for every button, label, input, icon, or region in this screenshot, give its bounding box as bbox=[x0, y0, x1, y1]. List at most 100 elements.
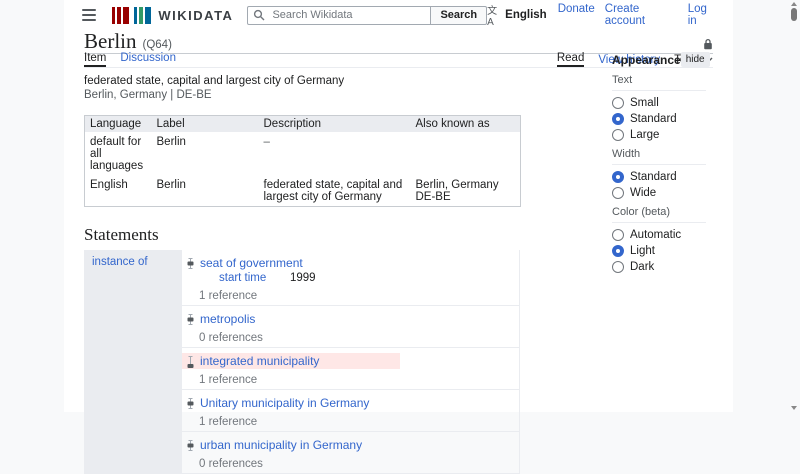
radio-text-small[interactable]: Small bbox=[612, 97, 706, 109]
vertical-scrollbar[interactable] bbox=[789, 0, 799, 412]
table-row: default for all languages Berlin – bbox=[85, 132, 521, 175]
scrollbar-up-arrow[interactable] bbox=[791, 2, 797, 6]
radio-width-wide[interactable]: Wide bbox=[612, 187, 706, 199]
radio-color-beta-light[interactable]: Light bbox=[612, 245, 706, 257]
language-label: English bbox=[505, 9, 547, 21]
appearance-section-width: Width bbox=[612, 148, 706, 165]
references-toggle[interactable]: 1 reference bbox=[199, 416, 519, 428]
rank-selector-icon-normal[interactable] bbox=[187, 257, 194, 270]
cell-aliases bbox=[411, 132, 521, 175]
radio-circle-icon bbox=[612, 261, 624, 273]
user-links: 文A English Donate Create account Log in bbox=[487, 2, 717, 28]
page-title: Berlin bbox=[84, 29, 137, 53]
appearance-section-color-beta: Color (beta) bbox=[612, 206, 706, 223]
cell-language: default for all languages bbox=[90, 136, 144, 172]
statement-claim-metropolis: metropolis 0 references bbox=[182, 306, 519, 348]
protection-lock-icon bbox=[703, 38, 713, 53]
claim-value-link-urban-municipality-in-germany[interactable]: urban municipality in Germany bbox=[200, 438, 362, 452]
radio-circle-icon bbox=[612, 171, 624, 183]
radio-text-large[interactable]: Large bbox=[612, 129, 706, 141]
claim-value-link-integrated-municipality[interactable]: integrated municipality bbox=[200, 354, 319, 368]
claim-value-row: Unitary municipality in Germany bbox=[182, 395, 519, 411]
claim-value-row: urban municipality in Germany bbox=[182, 437, 519, 453]
references-toggle[interactable]: 1 reference bbox=[199, 290, 519, 302]
radio-label: Small bbox=[630, 97, 659, 109]
statement-claim-unitary-municipality-in-germany: Unitary municipality in Germany 1 referen… bbox=[182, 390, 519, 432]
rank-selector-icon-normal[interactable] bbox=[187, 439, 194, 452]
wikidata-logo[interactable]: WIKIDATA bbox=[112, 6, 234, 24]
radio-width-standard[interactable]: Standard bbox=[612, 171, 706, 183]
scrollbar-thumb[interactable] bbox=[791, 8, 797, 21]
tab-read[interactable]: Read bbox=[556, 52, 585, 67]
radio-label: Light bbox=[630, 245, 655, 257]
appearance-hide-button[interactable]: hide bbox=[680, 52, 710, 67]
rank-selector-icon-deprecated[interactable] bbox=[187, 355, 194, 368]
cell-label: Berlin bbox=[156, 136, 186, 148]
wikidata-logo-icon bbox=[112, 6, 152, 24]
tab-item[interactable]: Item bbox=[84, 52, 107, 67]
references-toggle[interactable]: 0 references bbox=[199, 458, 519, 470]
radio-label: Automatic bbox=[630, 229, 682, 241]
radio-circle-icon bbox=[612, 113, 624, 125]
radio-circle-icon bbox=[612, 97, 624, 109]
header-link-donate[interactable]: Donate bbox=[558, 3, 595, 27]
qualifier-row: start time 1999 bbox=[182, 272, 519, 285]
claim-value-row: metropolis bbox=[182, 311, 519, 327]
references-toggle[interactable]: 1 reference bbox=[199, 374, 519, 386]
column-header-language: Language bbox=[84, 115, 152, 132]
radio-color-beta-automatic[interactable]: Automatic bbox=[612, 229, 706, 241]
claim-value-link-unitary-municipality-in-germany[interactable]: Unitary municipality in Germany bbox=[200, 396, 369, 410]
claims-column: seat of government start time 1999 1 refere… bbox=[182, 250, 520, 474]
rank-selector-icon-normal[interactable] bbox=[187, 313, 194, 326]
qualifier-property-link[interactable]: start time bbox=[219, 272, 290, 285]
rank-selector-icon-normal[interactable] bbox=[187, 397, 194, 410]
site-header: WIKIDATA Search 文A English Donate Create … bbox=[64, 0, 733, 28]
property-link-instance-of[interactable]: instance of bbox=[92, 256, 148, 268]
statement-group: instance of seat of government start time… bbox=[84, 250, 520, 474]
radio-label: Standard bbox=[630, 113, 677, 125]
radio-circle-icon bbox=[612, 187, 624, 199]
column-header-label: Label bbox=[151, 115, 259, 132]
tab-discussion[interactable]: Discussion bbox=[120, 52, 176, 67]
cell-aliases: Berlin, Germany DE-BE bbox=[415, 179, 499, 203]
radio-label: Large bbox=[630, 129, 660, 141]
search-button[interactable]: Search bbox=[431, 5, 488, 25]
header-link-create-account[interactable]: Create account bbox=[605, 3, 678, 27]
radio-label: Wide bbox=[630, 187, 657, 199]
radio-color-beta-dark[interactable]: Dark bbox=[612, 261, 706, 273]
references-toggle[interactable]: 0 references bbox=[199, 332, 519, 344]
cell-language: English bbox=[90, 179, 128, 191]
radio-circle-icon bbox=[612, 245, 624, 257]
search-icon bbox=[253, 9, 265, 24]
wikidata-wordmark: WIKIDATA bbox=[158, 7, 234, 23]
cell-label: Berlin bbox=[156, 179, 186, 191]
property-column: instance of bbox=[84, 250, 182, 474]
claim-value-row: integrated municipality bbox=[182, 353, 400, 369]
statement-claim-integrated-municipality: integrated municipality 1 reference bbox=[182, 348, 519, 390]
statement-claim-urban-municipality-in-germany: urban municipality in Germany 0 reference… bbox=[182, 432, 519, 474]
entity-id: (Q64) bbox=[142, 39, 172, 51]
radio-label: Dark bbox=[630, 261, 655, 273]
scrollbar-down-arrow[interactable] bbox=[791, 406, 797, 410]
qualifier-value: 1999 bbox=[290, 272, 316, 284]
appearance-panel: Appearance hide Text Small Standard Large Wi… bbox=[612, 52, 710, 277]
language-icon: 文A bbox=[487, 6, 498, 28]
radio-circle-icon bbox=[612, 129, 624, 141]
column-header-also-known-as: Also known as bbox=[410, 115, 521, 132]
claim-value-link-metropolis[interactable]: metropolis bbox=[200, 312, 255, 326]
language-selector[interactable]: 文A English bbox=[487, 2, 547, 28]
search-bar: Search bbox=[247, 5, 488, 25]
header-link-log-in[interactable]: Log in bbox=[688, 3, 717, 27]
search-input[interactable] bbox=[247, 5, 432, 25]
cell-description: federated state, capital and largest cit… bbox=[263, 179, 403, 203]
main-menu-icon[interactable] bbox=[82, 9, 97, 21]
page-heading: Berlin (Q64) bbox=[84, 29, 713, 54]
cell-description: – bbox=[263, 136, 270, 148]
claim-value-link-seat-of-government[interactable]: seat of government bbox=[200, 256, 303, 270]
appearance-heading: Appearance bbox=[612, 52, 681, 67]
appearance-section-text: Text bbox=[612, 74, 706, 91]
terms-table: Language Label Description Also known as de… bbox=[84, 115, 521, 207]
column-header-description: Description bbox=[258, 115, 411, 132]
claim-value-row: seat of government bbox=[182, 255, 519, 271]
radio-text-standard[interactable]: Standard bbox=[612, 113, 706, 125]
